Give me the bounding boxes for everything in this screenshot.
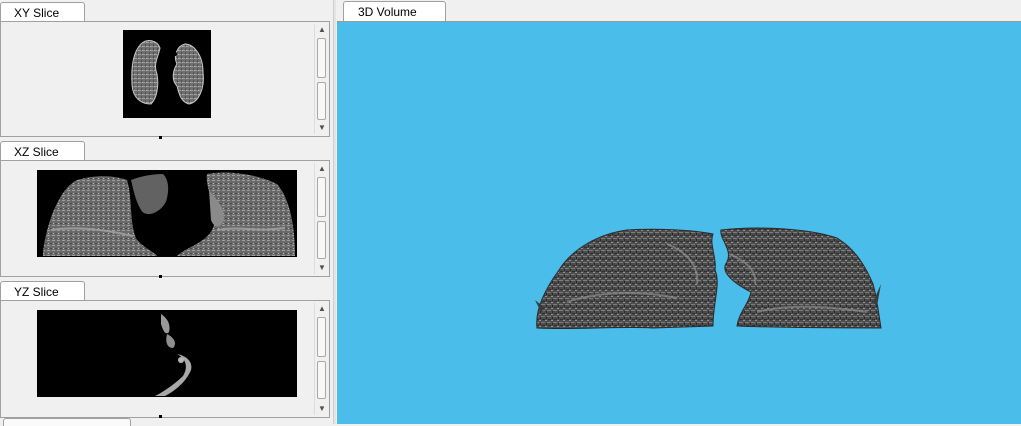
xy-slice-panel: ▲ ▼ xyxy=(0,21,330,139)
scroll-down-icon[interactable]: ▼ xyxy=(315,122,329,134)
xz-slice-image xyxy=(37,170,297,257)
scrollbar-thumb[interactable] xyxy=(317,177,326,217)
xz-slice-scrollbar[interactable]: ▲ ▼ xyxy=(314,163,329,274)
xz-slice-panel: ▲ ▼ xyxy=(0,160,330,278)
xy-slice-scrollbar[interactable]: ▲ ▼ xyxy=(314,24,329,134)
yz-slice-image xyxy=(37,310,297,397)
volume-area: 3D Volume xyxy=(337,0,1021,424)
tab-xy-slice[interactable]: XY Slice xyxy=(0,2,85,22)
scrollbar-thumb-lower[interactable] xyxy=(317,82,326,120)
yz-slice-panel: ▲ ▼ xyxy=(0,300,330,418)
tab-hidden-panel[interactable] xyxy=(3,418,131,426)
xy-slice-image xyxy=(123,30,211,118)
scroll-down-icon[interactable]: ▼ xyxy=(315,262,329,274)
xy-slice-position-marker[interactable] xyxy=(159,136,162,139)
tab-xz-slice[interactable]: XZ Slice xyxy=(0,141,85,161)
scrollbar-thumb-lower[interactable] xyxy=(317,361,326,399)
tab-3d-volume[interactable]: 3D Volume xyxy=(343,1,446,21)
yz-slice-scrollbar[interactable]: ▲ ▼ xyxy=(314,303,329,415)
scroll-up-icon[interactable]: ▲ xyxy=(315,24,329,36)
scroll-down-icon[interactable]: ▼ xyxy=(315,403,329,415)
tab-yz-slice[interactable]: YZ Slice xyxy=(0,281,85,301)
3d-volume-viewport[interactable] xyxy=(337,21,1021,424)
scrollbar-thumb[interactable] xyxy=(317,317,326,357)
panel-splitter[interactable] xyxy=(333,0,336,424)
scroll-up-icon[interactable]: ▲ xyxy=(315,303,329,315)
lung-volume-render xyxy=(535,227,882,330)
xz-slice-position-marker[interactable] xyxy=(159,275,162,278)
slice-panels-column: XY Slice ▲ ▼ XZ Slice ▲ ▼ YZ Slice ▲ ▼ xyxy=(0,0,333,426)
scrollbar-thumb-lower[interactable] xyxy=(317,221,326,259)
scroll-up-icon[interactable]: ▲ xyxy=(315,163,329,175)
scrollbar-thumb[interactable] xyxy=(317,38,326,78)
yz-slice-position-marker[interactable] xyxy=(159,415,162,418)
